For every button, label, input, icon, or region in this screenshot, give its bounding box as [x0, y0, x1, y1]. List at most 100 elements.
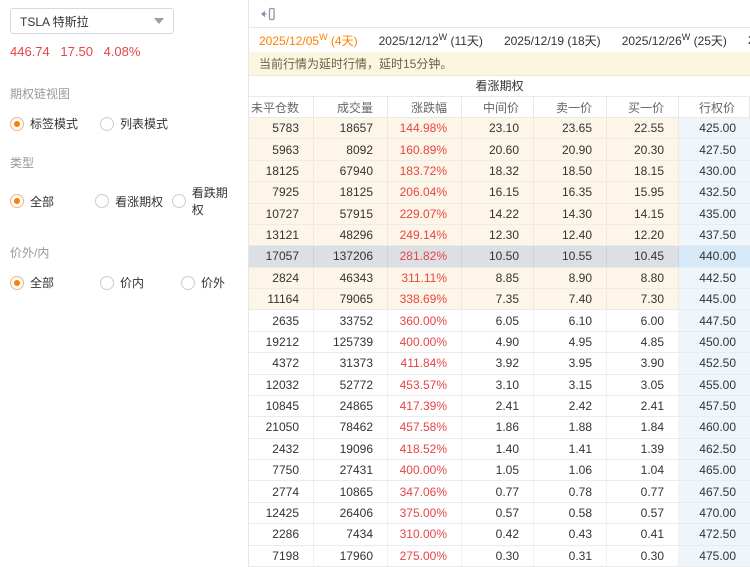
collapse-panel-icon[interactable] [259, 7, 276, 21]
column-header: 卖一价 [534, 97, 607, 117]
option-row[interactable]: 21050 78462 457.58% 1.86 1.88 1.84 460.00 [249, 417, 750, 439]
options-main-panel: 2025/12/05W (4天) 2025/12/12W (11天) 2025/12… [248, 0, 750, 567]
option-row[interactable]: 2824 46343 311.11% 8.85 8.90 8.80 442.50 [249, 267, 750, 289]
option-cell: 0.43 [534, 524, 607, 545]
option-cell: 18.32 [462, 160, 534, 182]
option-row[interactable]: 17057 137206 281.82% 10.50 10.55 10.45 440.00 [249, 246, 750, 268]
option-cell: 27431 [314, 460, 388, 481]
option-cell: 2.41 [607, 395, 679, 417]
option-cell: 23.65 [534, 118, 607, 139]
column-header: 行权价 [679, 97, 750, 117]
option-cell: 16.15 [462, 182, 534, 203]
option-cell: 20.30 [607, 139, 679, 160]
option-row[interactable]: 12425 26406 375.00% 0.57 0.58 0.57 470.00 [249, 502, 750, 525]
option-cell: 57915 [314, 203, 388, 224]
symbol-select[interactable]: TSLA 特斯拉 [10, 8, 174, 34]
strike-cell: 427.50 [679, 139, 750, 160]
chevron-down-icon [154, 18, 164, 24]
symbol-select-value: TSLA 特斯拉 [20, 14, 89, 29]
expiry-tab[interactable]: 2025/12/19 (18天) [504, 32, 601, 49]
option-cell: 2.42 [534, 395, 607, 417]
strike-cell: 472.50 [679, 524, 750, 545]
radio-option-label: 看涨期权 [115, 194, 164, 209]
expiry-tab[interactable]: 2025/12/12W (11天) [379, 32, 483, 49]
option-cell: 7434 [314, 524, 388, 545]
option-cell: 0.30 [462, 545, 534, 566]
option-row[interactable]: 7750 27431 400.00% 1.05 1.06 1.04 465.00 [249, 460, 750, 482]
expiry-tab[interactable]: 2025/12/26W (25天) [622, 32, 727, 49]
option-cell: 7925 [249, 182, 314, 203]
option-row[interactable]: 11164 79065 338.69% 7.35 7.40 7.30 445.00 [249, 289, 750, 311]
option-cell: 23.10 [462, 118, 534, 139]
calls-group-header: 看涨期权 [249, 76, 750, 97]
option-cell: 19096 [314, 438, 388, 459]
radio-selected-icon [10, 116, 24, 131]
radio-option-label: 标签模式 [30, 117, 79, 131]
option-cell: 229.07% [388, 203, 462, 224]
option-row[interactable]: 7925 18125 206.04% 16.15 16.35 15.95 432.50 [249, 182, 750, 204]
option-row[interactable]: 10727 57915 229.07% 14.22 14.30 14.15 435.00 [249, 203, 750, 225]
option-cell: 4.90 [462, 331, 534, 353]
option-cell: 10727 [249, 203, 314, 224]
option-row[interactable]: 12032 52772 453.57% 3.10 3.15 3.05 455.00 [249, 374, 750, 396]
column-header: 未平仓数 [249, 97, 314, 117]
option-cell: 8.80 [607, 267, 679, 288]
option-cell: 360.00% [388, 310, 462, 331]
option-row[interactable]: 2286 7434 310.00% 0.42 0.43 0.41 472.50 [249, 524, 750, 546]
radio-option[interactable]: 价外 [181, 274, 225, 291]
option-cell: 453.57% [388, 374, 462, 395]
option-cell: 33752 [314, 310, 388, 331]
option-cell: 12032 [249, 374, 314, 395]
radio-option[interactable]: 列表模式 [100, 115, 181, 132]
option-cell: 1.06 [534, 460, 607, 481]
option-cell: 26406 [314, 502, 388, 524]
section-label-type: 类型 [10, 156, 35, 170]
option-cell: 311.11% [388, 267, 462, 288]
option-cell: 6.05 [462, 310, 534, 331]
option-cell: 1.40 [462, 438, 534, 459]
section-label-chain-view: 期权链视图 [10, 87, 71, 101]
radio-unselected-icon [100, 116, 114, 131]
option-row[interactable]: 5963 8092 160.89% 20.60 20.90 20.30 427.50 [249, 139, 750, 161]
column-header: 中间价 [462, 97, 534, 117]
option-cell: 20.90 [534, 139, 607, 160]
option-cell: 400.00% [388, 460, 462, 481]
radio-option[interactable]: 价内 [100, 274, 181, 291]
option-cell: 2432 [249, 438, 314, 459]
option-cell: 8092 [314, 139, 388, 160]
strike-cell: 462.50 [679, 438, 750, 459]
strike-cell: 447.50 [679, 310, 750, 331]
option-cell: 0.77 [607, 481, 679, 502]
option-cell: 20.60 [462, 139, 534, 160]
option-cell: 14.15 [607, 203, 679, 224]
option-row[interactable]: 18125 67940 183.72% 18.32 18.50 18.15 430.00 [249, 160, 750, 183]
radio-option[interactable]: 看涨期权 [95, 193, 172, 210]
option-row[interactable]: 10845 24865 417.39% 2.41 2.42 2.41 457.50 [249, 395, 750, 418]
radio-option[interactable]: 全部 [10, 274, 100, 291]
delayed-quote-notice: 当前行情为延时行情，延时15分钟。 [249, 52, 750, 76]
option-row[interactable]: 2432 19096 418.52% 1.40 1.41 1.39 462.50 [249, 438, 750, 460]
option-cell: 4.85 [607, 331, 679, 353]
option-row[interactable]: 5783 18657 144.98% 23.10 23.65 22.55 425.00 [249, 118, 750, 140]
option-row[interactable]: 2774 10865 347.06% 0.77 0.78 0.77 467.50 [249, 481, 750, 503]
option-row[interactable]: 7198 17960 275.00% 0.30 0.31 0.30 475.00 [249, 545, 750, 567]
radio-group-chain-view: 标签模式 列表模式 [10, 115, 236, 132]
option-row[interactable]: 2635 33752 360.00% 6.05 6.10 6.00 447.50 [249, 310, 750, 332]
radio-option[interactable]: 看跌期权 [171, 184, 236, 218]
option-cell: 0.57 [462, 502, 534, 524]
option-cell: 275.00% [388, 545, 462, 566]
option-row[interactable]: 19212 125739 400.00% 4.90 4.95 4.85 450.00 [249, 331, 750, 354]
sidebar: TSLA 特斯拉 446.74 17.50 4.08% 期权链视图 标签模式 列表… [0, 0, 248, 567]
radio-option[interactable]: 标签模式 [10, 115, 100, 132]
option-cell: 18657 [314, 118, 388, 139]
option-cell: 1.41 [534, 438, 607, 459]
option-row[interactable]: 4372 31373 411.84% 3.92 3.95 3.90 452.50 [249, 353, 750, 375]
option-cell: 347.06% [388, 481, 462, 502]
column-header: 买一价 [607, 97, 679, 117]
expiry-tabs: 2025/12/05W (4天) 2025/12/12W (11天) 2025/12… [249, 28, 750, 52]
radio-option[interactable]: 全部 [10, 193, 95, 210]
strike-cell: 457.50 [679, 395, 750, 417]
expiry-tab[interactable]: 2025/12/05W (4天) [259, 32, 358, 49]
option-cell: 338.69% [388, 289, 462, 310]
option-row[interactable]: 13121 48296 249.14% 12.30 12.40 12.20 437.50 [249, 224, 750, 247]
